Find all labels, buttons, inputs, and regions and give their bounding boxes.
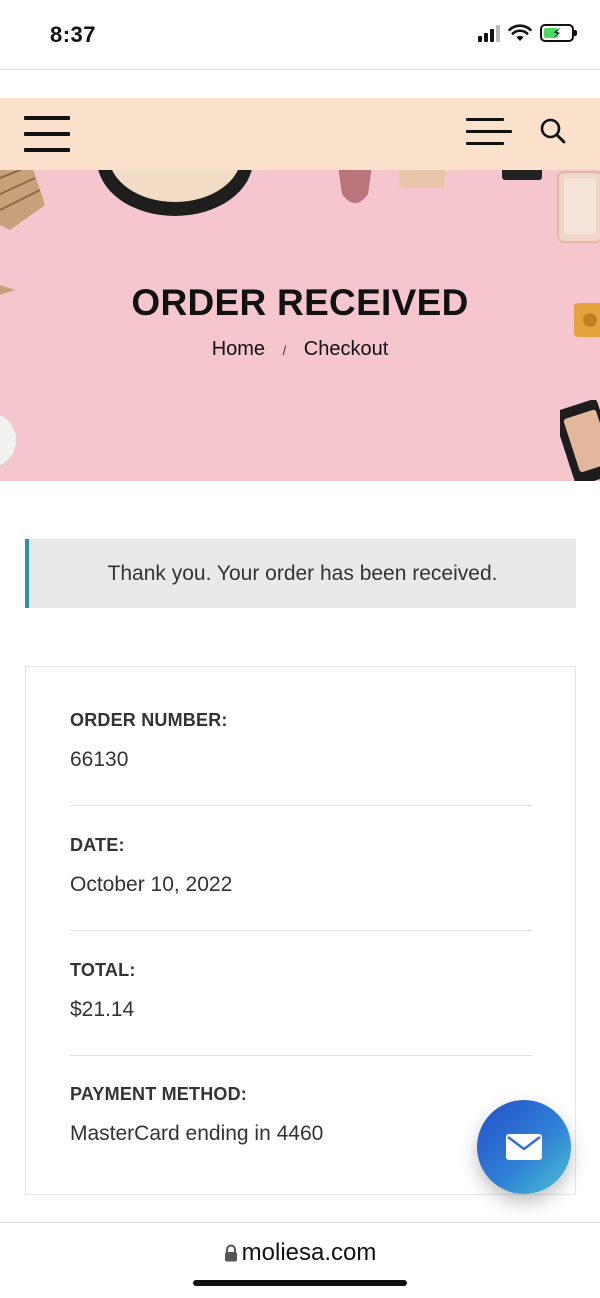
order-total-item: TOTAL: $21.14 xyxy=(70,960,532,1022)
home-indicator xyxy=(193,1280,407,1286)
payment-method-value: MasterCard ending in 4460 xyxy=(70,1122,324,1145)
divider xyxy=(70,1055,532,1056)
status-time: 8:37 xyxy=(50,22,97,47)
order-received-notice: Thank you. Your order has been received. xyxy=(25,539,576,608)
wifi-icon xyxy=(508,24,532,41)
breadcrumb-home-link[interactable]: Home xyxy=(212,338,265,360)
order-number-label: ORDER NUMBER: xyxy=(70,710,228,730)
order-date-label: DATE: xyxy=(70,835,125,855)
divider xyxy=(70,930,532,931)
lipstick-image xyxy=(338,170,372,203)
order-total-label: TOTAL: xyxy=(70,960,136,980)
page-title: ORDER RECEIVED xyxy=(131,282,469,323)
search-icon[interactable] xyxy=(538,116,568,146)
browser-address-bar: moliesa.com xyxy=(0,1222,600,1298)
order-total-value: $21.14 xyxy=(70,998,135,1021)
perfume-bottle-image xyxy=(557,171,600,243)
order-date-value: October 10, 2022 xyxy=(70,873,233,896)
hero-banner: ORDER RECEIVED Home / Checkout xyxy=(0,170,600,481)
hamburger-icon[interactable] xyxy=(24,116,70,152)
lock-icon xyxy=(224,1244,237,1262)
breadcrumb: Home / Checkout xyxy=(0,338,600,361)
signal-icon xyxy=(478,24,500,42)
dark-case-image xyxy=(502,170,542,180)
payment-method-label: PAYMENT METHOD: xyxy=(70,1084,248,1104)
url-display[interactable]: moliesa.com xyxy=(0,1239,600,1267)
battery-charging-icon: ⚡ xyxy=(540,24,577,42)
status-bar: 8:37 ⚡ xyxy=(0,0,600,70)
url-text: moliesa.com xyxy=(241,1239,377,1266)
compact-powder-image xyxy=(98,170,252,216)
order-date-item: DATE: October 10, 2022 xyxy=(70,835,532,897)
order-number-item: ORDER NUMBER: 66130 xyxy=(70,710,532,772)
mail-icon xyxy=(506,1134,542,1160)
foundation-bottle-image xyxy=(399,170,445,188)
payment-method-item: PAYMENT METHOD: MasterCard ending in 446… xyxy=(70,1084,532,1146)
divider xyxy=(70,805,532,806)
breadcrumb-separator: / xyxy=(282,343,287,358)
eyeshadow-palette-image xyxy=(560,400,600,481)
order-number-value: 66130 xyxy=(70,748,129,771)
site-header xyxy=(0,98,600,170)
status-icons: ⚡ xyxy=(478,24,577,42)
mirror-image xyxy=(0,414,16,466)
makeup-brush-image xyxy=(0,170,45,230)
mail-button[interactable] xyxy=(477,1100,571,1194)
notice-text: Thank you. Your order has been received. xyxy=(107,561,498,585)
breadcrumb-current: Checkout xyxy=(303,338,389,360)
menu-lines-icon[interactable] xyxy=(466,118,512,148)
